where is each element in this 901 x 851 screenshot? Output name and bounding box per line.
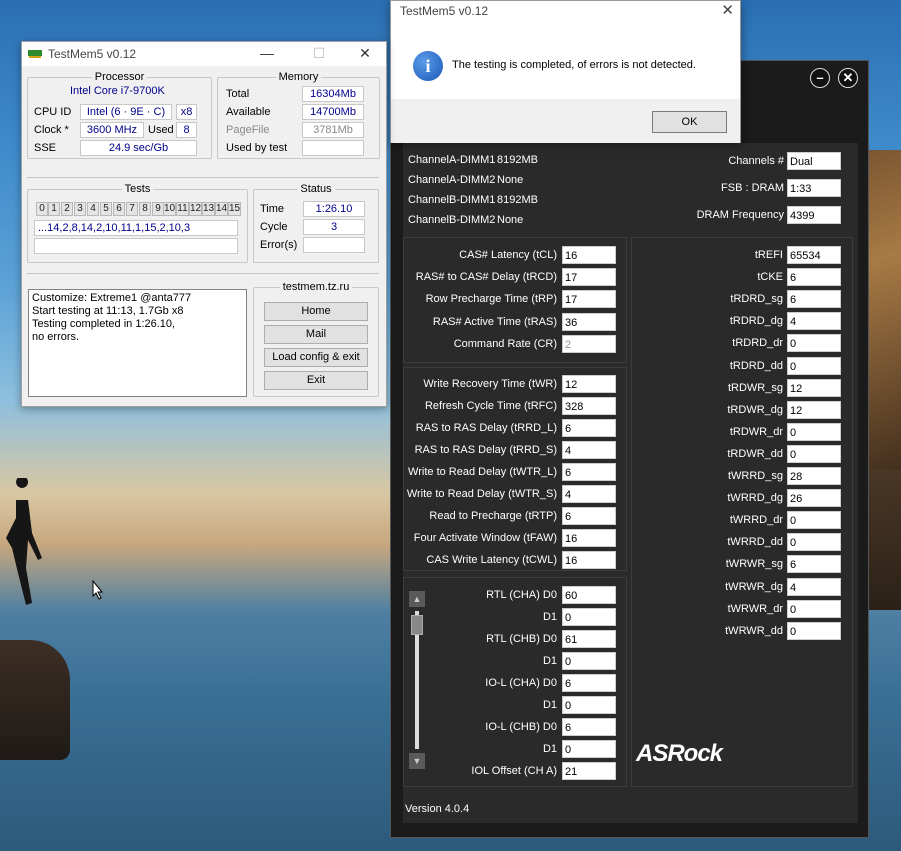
info-label: Channels #: [728, 155, 784, 167]
test-cell: 8: [139, 202, 151, 216]
minimize-button[interactable]: —: [250, 42, 284, 66]
mail-button[interactable]: Mail: [264, 325, 368, 344]
wallpaper-rocks: [0, 640, 70, 760]
asrock-logo: ASRock: [636, 740, 723, 767]
time-label: Time: [260, 203, 285, 215]
wallpaper-runner: [2, 476, 46, 618]
clock-label: Clock *: [34, 124, 69, 136]
testmem-title: TestMem5 v0.12: [48, 47, 137, 61]
test-cell: 7: [126, 202, 138, 216]
close-button[interactable]: ✕: [348, 42, 382, 66]
dimm-slot-size: 8192MB: [497, 194, 538, 206]
dimm-slot-label: ChannelA-DIMM1: [408, 154, 496, 166]
dimm-slot-size: 8192MB: [497, 154, 538, 166]
info-value: Dual: [787, 152, 841, 170]
test-cell: 13: [202, 202, 215, 216]
dialog-close-button[interactable]: ✕: [721, 1, 734, 19]
primary-timings-panel: [403, 237, 627, 363]
dimm-slot-label: ChannelB-DIMM2: [408, 214, 496, 226]
completion-dialog: TestMem5 v0.12 ✕ i The testing is comple…: [390, 0, 741, 143]
log-textarea[interactable]: Customize: Extreme1 @anta777 Start testi…: [28, 289, 247, 397]
test-cell: 1: [48, 202, 60, 216]
sse-value: 24.9 sec/Gb: [80, 140, 197, 156]
cpu-model: Intel Core i7-9700K: [70, 85, 165, 97]
total-value: 16304Mb: [302, 86, 364, 102]
tertiary-timings-panel: [631, 237, 853, 787]
rtl-scrollbar[interactable]: ▲ ▼: [409, 591, 425, 769]
version-label: Version 4.0.4: [405, 803, 470, 815]
close-button[interactable]: ✕: [838, 68, 858, 88]
divider: [27, 273, 379, 274]
test-cell: 4: [87, 202, 99, 216]
usedby-value: [302, 140, 364, 156]
cpu-id-value: Intel (6 · 9E · C): [80, 104, 172, 120]
test-cell: 10: [163, 202, 176, 216]
info-label: DRAM Frequency: [696, 209, 784, 221]
test-cell: 14: [215, 202, 228, 216]
test-cell: 15: [228, 202, 241, 216]
scroll-up-icon[interactable]: ▲: [409, 591, 425, 607]
info-label: FSB : DRAM: [721, 182, 784, 194]
available-label: Available: [226, 106, 271, 118]
maximize-button: ☐: [312, 45, 326, 61]
test-sequence: ...14,2,8,14,2,10,11,1,15,2,10,3: [34, 220, 238, 236]
secondary-timings-panel: [403, 367, 627, 571]
test-progress: [34, 238, 238, 254]
dialog-footer: OK: [391, 99, 740, 143]
test-cell: 2: [61, 202, 73, 216]
used-value: 8: [176, 122, 197, 138]
errors-label: Error(s): [260, 239, 298, 251]
clock-value: 3600 MHz: [80, 122, 144, 138]
test-cell: 12: [189, 202, 202, 216]
exit-button[interactable]: Exit: [264, 371, 368, 390]
cpu-threads-value: x8: [176, 104, 197, 120]
ok-button[interactable]: OK: [652, 111, 727, 133]
cycle-label: Cycle: [260, 221, 288, 233]
scroll-down-icon[interactable]: ▼: [409, 753, 425, 769]
test-cell: 5: [100, 202, 112, 216]
total-label: Total: [226, 88, 250, 100]
dialog-message: The testing is completed, of errors is n…: [452, 59, 696, 71]
sse-label: SSE: [34, 142, 57, 154]
usedby-label: Used by test: [226, 142, 288, 154]
test-cell: 11: [176, 202, 189, 216]
divider: [27, 177, 379, 178]
test-cell: 0: [36, 202, 48, 216]
cpu-id-label: CPU ID: [34, 106, 72, 118]
available-value: 14700Mb: [302, 104, 364, 120]
pagefile-value: 3781Mb: [302, 122, 364, 138]
testmem-titlebar: TestMem5 v0.12 — ☐ ✕: [22, 42, 386, 66]
dimm-slot-label: ChannelB-DIMM1: [408, 194, 496, 206]
minimize-button[interactable]: –: [810, 68, 830, 88]
cycle-value: 3: [303, 219, 365, 235]
dimm-slot-size: None: [497, 174, 524, 186]
dialog-title: TestMem5 v0.12: [400, 4, 489, 18]
test-cell: 3: [74, 202, 86, 216]
pagefile-label: PageFile: [226, 124, 270, 136]
used-label: Used: [148, 124, 174, 136]
test-cell: 6: [113, 202, 125, 216]
ram-chip-icon: [28, 50, 42, 58]
info-icon: i: [413, 51, 443, 81]
info-value: 1:33: [787, 179, 841, 197]
mouse-cursor-icon: [92, 579, 104, 603]
scroll-thumb[interactable]: [411, 615, 423, 635]
dimm-slot-label: ChannelA-DIMM2: [408, 174, 496, 186]
rtl-timings-panel: [403, 577, 627, 787]
dimm-slot-size: None: [497, 214, 524, 226]
info-value: 4399: [787, 206, 841, 224]
load-config-exit-button[interactable]: Load config & exit: [264, 348, 368, 367]
time-value: 1:26.10: [303, 201, 365, 217]
errors-value: [303, 237, 365, 253]
home-button[interactable]: Home: [264, 302, 368, 321]
